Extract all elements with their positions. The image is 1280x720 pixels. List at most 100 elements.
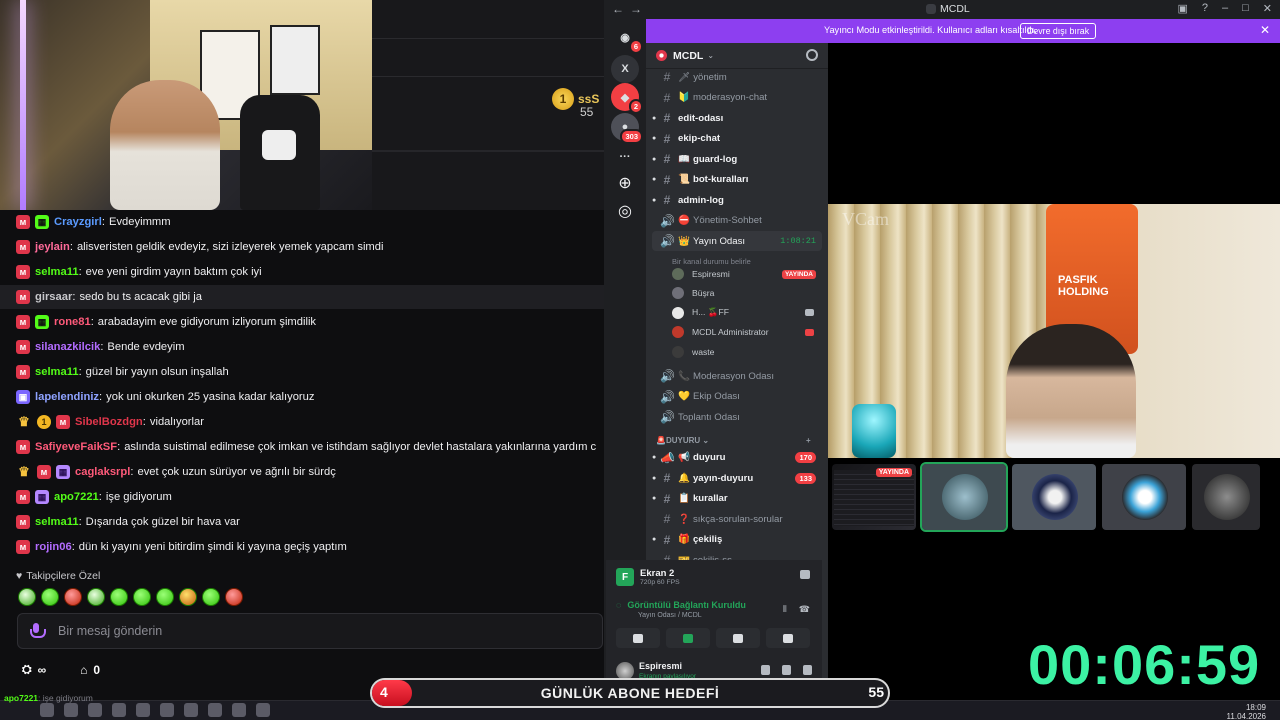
add-server-icon[interactable]: ⊕: [611, 169, 639, 197]
chat-message[interactable]: м silanazkilcik: Bende evdeyim: [0, 335, 604, 359]
window-controls[interactable]: ▣ ? – □ ✕: [1177, 2, 1272, 15]
disconnect-icon[interactable]: ☎: [799, 604, 810, 615]
chat-message[interactable]: м ▦ rone81: arabadayim eve gidiyorum izliyo…: [0, 310, 604, 334]
chat-message[interactable]: м ▦ apo7221: işe gidiyorum: [0, 485, 604, 509]
stop-stream-icon[interactable]: [800, 570, 810, 579]
emote-icon[interactable]: [18, 588, 36, 606]
chat-username[interactable]: rojin06: [35, 541, 72, 553]
chat-message-input[interactable]: Bir mesaj gönderin: [17, 613, 603, 649]
participant-tile[interactable]: [1102, 464, 1186, 530]
chat-username[interactable]: selma11: [35, 266, 79, 278]
chat-username[interactable]: Crayzgirl: [54, 216, 102, 228]
participant-tile[interactable]: [920, 462, 1008, 532]
close-banner-icon[interactable]: ✕: [1260, 23, 1270, 37]
chat-message[interactable]: м girsaar: sedo bu ts acacak gibi ja: [0, 285, 604, 309]
chat-username[interactable]: lapelendiniz: [35, 391, 99, 403]
camera-off-button[interactable]: [616, 628, 660, 648]
chat-message[interactable]: м selma11: eve yeni girdim yayın baktım ço…: [0, 260, 604, 284]
channel-item[interactable]: 🔊 Toplantı Odası: [652, 407, 822, 427]
soundboard-button[interactable]: [766, 628, 810, 648]
chat-message[interactable]: ▣ lapelendiniz: yok uni okurken 25 yasina …: [0, 385, 604, 409]
more-servers-icon[interactable]: ···: [611, 143, 639, 171]
maximize-icon[interactable]: □: [1242, 2, 1249, 15]
participant-tile[interactable]: [1192, 464, 1260, 530]
participant-tile[interactable]: [1012, 464, 1096, 530]
server-icon[interactable]: ● 303: [611, 113, 643, 144]
channel-item[interactable]: ● # 🎁 çekiliş: [652, 530, 822, 550]
channel-item[interactable]: 🔊 📞 Moderasyon Odası: [652, 366, 822, 386]
channel-item[interactable]: ● # ekip-chat: [652, 129, 822, 149]
server-header[interactable]: MCDL ⌄: [646, 43, 828, 69]
emote-icon[interactable]: [225, 588, 243, 606]
emote-icon[interactable]: [156, 588, 174, 606]
close-icon[interactable]: ✕: [1263, 2, 1272, 15]
add-channel-icon[interactable]: +: [806, 436, 811, 445]
headphones-icon[interactable]: [782, 665, 791, 675]
channel-item[interactable]: ● # 🔔 yayın-duyuru 133: [652, 468, 822, 488]
voice-member[interactable]: waste: [672, 343, 820, 361]
app-icon[interactable]: [88, 703, 102, 717]
app-icon[interactable]: [64, 703, 78, 717]
minimize-icon[interactable]: –: [1222, 2, 1228, 15]
emote-icon[interactable]: [202, 588, 220, 606]
channel-item[interactable]: ● # 📋 kurallar: [652, 489, 822, 509]
category-header[interactable]: 🚨DUYURU ⌄ +: [656, 436, 811, 445]
channel-item[interactable]: ● # admin-log: [652, 190, 822, 210]
disable-streamer-mode-button[interactable]: Devre dışı bırak: [1020, 23, 1097, 39]
discover-icon[interactable]: ◎: [611, 197, 639, 225]
noise-suppression-icon[interactable]: ⦀: [783, 604, 787, 615]
chat-username[interactable]: selma11: [35, 516, 79, 528]
server-x[interactable]: X: [611, 55, 639, 83]
invite-icon[interactable]: [806, 49, 818, 61]
chat-message[interactable]: м SafiyeveFaikSF: aslında suistimal edilme…: [0, 435, 604, 459]
discord-home-icon[interactable]: ◉ 6: [611, 23, 643, 54]
app-icon[interactable]: [136, 703, 150, 717]
chat-username[interactable]: SibelBozdgn: [75, 416, 143, 428]
server-icon[interactable]: ◆ 2: [611, 83, 643, 114]
search-icon[interactable]: [40, 703, 54, 717]
chat-username[interactable]: rone81: [54, 316, 91, 328]
channel-item[interactable]: ● # edit-odası: [652, 108, 822, 128]
activities-button[interactable]: [716, 628, 760, 648]
voice-member[interactable]: Büşra: [672, 284, 820, 302]
chat-message[interactable]: м selma11: Dışarıda çok güzel bir hava var: [0, 510, 604, 534]
channel-item[interactable]: ● # 📜 bot-kuralları: [652, 170, 822, 190]
chat-message[interactable]: м ▦ Crayzgirl: Evdeyimmm: [0, 210, 604, 234]
emote-icon[interactable]: [110, 588, 128, 606]
connection-status[interactable]: ◌ Görüntülü Bağlantı Kuruldu: [616, 600, 746, 610]
inbox-icon[interactable]: ▣: [1177, 2, 1187, 15]
system-clock[interactable]: 18:09 11.04.2026: [1227, 703, 1266, 720]
app-icon[interactable]: [160, 703, 174, 717]
chat-username[interactable]: selma11: [35, 366, 79, 378]
chat-username[interactable]: jeylain: [35, 241, 70, 253]
chat-username[interactable]: silanazkilcik: [35, 341, 100, 353]
app-icon[interactable]: [208, 703, 222, 717]
chat-username[interactable]: apo7221: [54, 491, 99, 503]
emote-icon[interactable]: [179, 588, 197, 606]
emote-icon[interactable]: [41, 588, 59, 606]
microphone-icon[interactable]: [30, 623, 46, 639]
channel-item[interactable]: ● 📣 📢 duyuru 170: [652, 448, 822, 468]
microphone-icon[interactable]: [761, 665, 770, 675]
app-icon[interactable]: [184, 703, 198, 717]
help-icon[interactable]: ?: [1202, 2, 1208, 15]
channel-item[interactable]: 🔊 💛 Ekip Odası: [652, 387, 822, 407]
chat-message[interactable]: м jeylain: alisveristen geldik evdeyiz, si…: [0, 235, 604, 259]
emote-icon[interactable]: [64, 588, 82, 606]
chat-message[interactable]: м rojin06: dün ki yayını yeni bitirdim şim…: [0, 535, 604, 559]
chat-message[interactable]: ♛ 1 м SibelBozdgn: vidalıyorlar: [0, 410, 604, 434]
app-icon[interactable]: [256, 703, 270, 717]
back-forward-arrows[interactable]: ←→: [612, 2, 648, 16]
channel-item[interactable]: # ❓ sıkça-sorulan-sorular: [652, 509, 822, 529]
participant-tile[interactable]: YAYINDA: [832, 464, 916, 530]
focused-video[interactable]: VCam PASFIK HOLDING: [828, 204, 1280, 458]
voice-member[interactable]: MCDL Administrator: [672, 323, 820, 341]
channel-item[interactable]: 🔊 ⛔ Yönetim-Sohbet: [652, 211, 822, 231]
share-screen-button[interactable]: [666, 628, 710, 648]
emote-icon[interactable]: [133, 588, 151, 606]
emote-icon[interactable]: [87, 588, 105, 606]
channel-item[interactable]: # 🔰 moderasyon-chat: [652, 88, 822, 108]
voice-member[interactable]: H... 🍒FF: [672, 304, 820, 322]
chat-message[interactable]: м selma11: güzel bir yayın olsun inşallah: [0, 360, 604, 384]
chat-username[interactable]: girsaar: [35, 291, 72, 303]
